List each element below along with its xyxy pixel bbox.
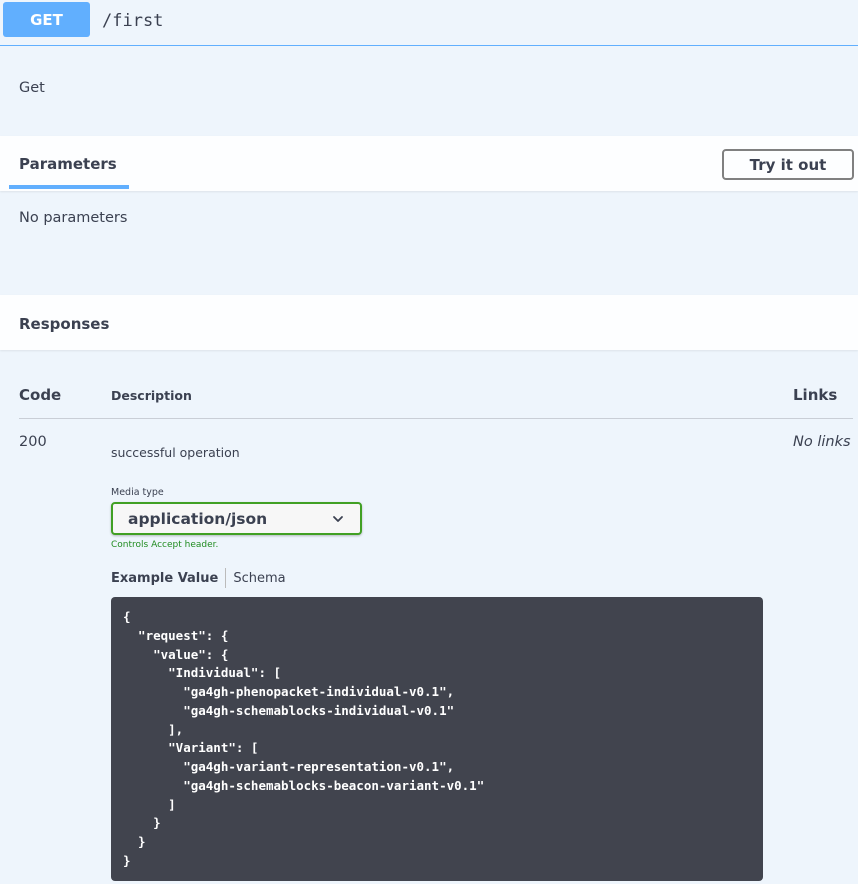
- controls-accept-note: Controls Accept header.: [111, 540, 219, 550]
- media-type-value: application/json: [128, 509, 268, 528]
- response-code: 200: [19, 434, 47, 450]
- operation-path: /first: [102, 10, 164, 31]
- media-type-select[interactable]: application/json: [111, 502, 362, 535]
- parameters-body: No parameters: [0, 191, 858, 295]
- response-links: No links: [793, 434, 851, 450]
- column-header-description: Description: [111, 388, 192, 403]
- no-parameters-text: No parameters: [19, 210, 128, 226]
- tab-parameters[interactable]: Parameters: [19, 155, 117, 173]
- operation-block: GET /first Get Parameters Try it out No …: [0, 0, 858, 883]
- column-header-code: Code: [19, 386, 62, 404]
- example-tabs: Example Value Schema: [111, 568, 286, 588]
- tab-schema[interactable]: Schema: [226, 571, 285, 586]
- chevron-down-icon: [333, 516, 343, 522]
- responses-table: Code Description Links 200 successful op…: [0, 350, 858, 883]
- responses-title: Responses: [19, 315, 110, 333]
- tab-active-indicator: [9, 185, 129, 189]
- method-badge: GET: [3, 2, 90, 37]
- tab-example-value[interactable]: Example Value: [111, 571, 225, 586]
- operation-summary[interactable]: GET /first: [0, 0, 858, 46]
- parameters-header: Parameters Try it out: [0, 136, 858, 191]
- operation-summary-text: Get: [19, 80, 45, 96]
- column-header-links: Links: [793, 386, 838, 404]
- response-description: successful operation: [111, 445, 240, 460]
- operation-description: Get: [0, 46, 858, 136]
- media-type-label: Media type: [111, 487, 164, 498]
- responses-header: Responses: [0, 295, 858, 350]
- try-it-out-button[interactable]: Try it out: [722, 149, 854, 180]
- example-value-code[interactable]: { "request": { "value": { "Individual": …: [111, 597, 763, 881]
- header-divider: [19, 418, 853, 419]
